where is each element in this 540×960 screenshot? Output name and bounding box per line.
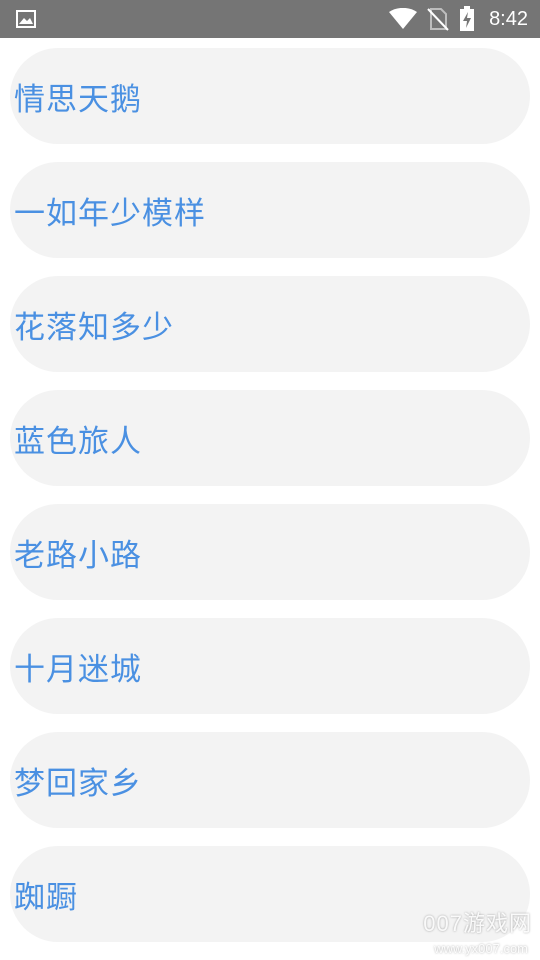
list-item[interactable]: 花落知多少 xyxy=(10,276,530,372)
watermark-title: 007游戏网 xyxy=(423,911,532,936)
status-time: 8:42 xyxy=(489,7,528,30)
song-list: 情思天鹅 一如年少模样 花落知多少 蓝色旅人 老路小路 十月迷城 梦回家乡 踟蹰 xyxy=(0,38,540,960)
image-icon xyxy=(16,10,36,28)
list-item[interactable]: 梦回家乡 xyxy=(10,732,530,828)
watermark-url: www.yx007.com xyxy=(434,941,528,956)
list-item[interactable]: 一如年少模样 xyxy=(10,162,530,258)
list-item-label: 花落知多少 xyxy=(14,309,174,346)
list-item-label: 情思天鹅 xyxy=(14,81,142,118)
status-icons: 8:42 xyxy=(389,0,528,38)
list-item[interactable]: 蓝色旅人 xyxy=(10,390,530,486)
list-item-label: 十月迷城 xyxy=(14,651,142,688)
wifi-icon xyxy=(389,8,418,29)
list-item[interactable]: 老路小路 xyxy=(10,504,530,600)
list-item-label: 蓝色旅人 xyxy=(14,423,142,460)
list-item-label: 踟蹰 xyxy=(14,879,78,916)
list-item-label: 老路小路 xyxy=(14,537,142,574)
no-sim-icon xyxy=(427,8,449,31)
list-item[interactable]: 情思天鹅 xyxy=(10,48,530,144)
status-bar: 8:42 xyxy=(0,0,540,38)
list-item-label: 一如年少模样 xyxy=(14,195,206,232)
list-item[interactable]: 十月迷城 xyxy=(10,618,530,714)
list-item-label: 梦回家乡 xyxy=(14,765,142,802)
battery-charging-icon xyxy=(460,6,475,31)
